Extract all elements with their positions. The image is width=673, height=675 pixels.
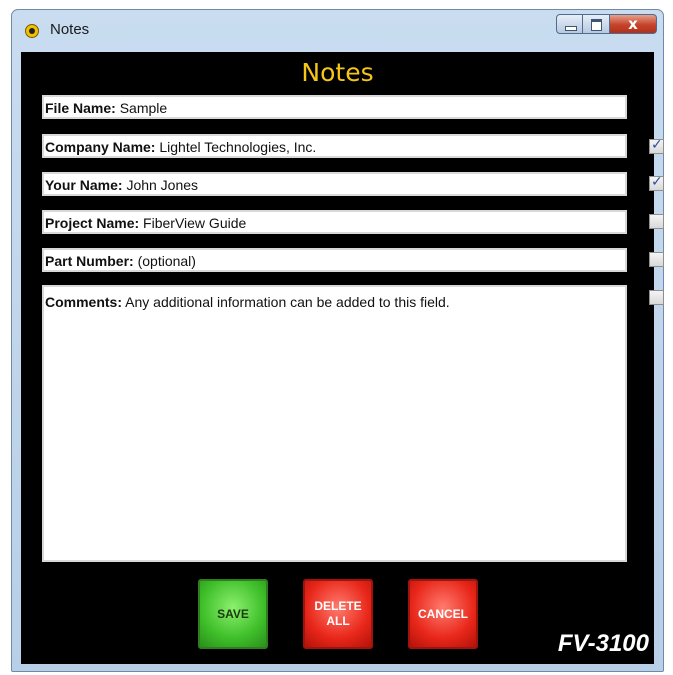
your-name-label: Your Name: — [45, 177, 123, 193]
part-number-field[interactable]: Part Number: (optional) — [42, 248, 627, 272]
comments-field[interactable]: Comments: Any additional information can… — [42, 285, 627, 562]
your-name-field[interactable]: Your Name: John Jones — [42, 172, 627, 196]
file-name-value: Sample — [119, 100, 168, 116]
window-title: Notes — [50, 21, 90, 38]
your-name-value: John Jones — [126, 177, 199, 193]
part-number-checkbox[interactable] — [649, 252, 664, 267]
project-name-value: FiberView Guide — [143, 215, 247, 231]
app-icon[interactable] — [25, 24, 39, 38]
project-name-label: Project Name: — [45, 215, 140, 231]
company-name-value: Lightel Technologies, Inc. — [159, 139, 317, 155]
model-label: FV-3100 — [557, 630, 649, 657]
minimize-icon[interactable] — [556, 14, 583, 34]
delete-all-button-label: DELETE ALL — [314, 599, 362, 628]
comments-value: Any additional information can be added … — [125, 294, 450, 310]
notes-window: Notes x Notes File Name: Sample Company … — [11, 9, 664, 672]
close-button[interactable]: x — [610, 14, 657, 34]
title-bar[interactable]: Notes x — [12, 10, 663, 48]
file-name-field[interactable]: File Name: Sample — [42, 95, 627, 119]
delete-all-button[interactable]: DELETE ALL — [303, 579, 373, 649]
window-controls: x — [556, 14, 657, 36]
project-name-checkbox[interactable] — [649, 214, 664, 229]
save-button[interactable]: SAVE — [198, 579, 268, 649]
company-name-field[interactable]: Company Name: Lightel Technologies, Inc. — [42, 134, 627, 158]
file-name-label: File Name: — [45, 100, 116, 116]
page-title: Notes — [301, 58, 374, 87]
project-name-field[interactable]: Project Name: FiberView Guide — [42, 210, 627, 234]
cancel-button[interactable]: CANCEL — [408, 579, 478, 649]
company-name-checkbox[interactable] — [649, 137, 664, 154]
cancel-button-label: CANCEL — [418, 606, 468, 621]
company-name-label: Company Name: — [45, 139, 156, 155]
maximize-icon[interactable] — [583, 14, 610, 34]
your-name-checkbox[interactable] — [649, 174, 664, 191]
save-button-label: SAVE — [217, 606, 249, 621]
close-icon: x — [628, 15, 638, 33]
comments-checkbox[interactable] — [649, 290, 664, 305]
notes-panel: Notes File Name: Sample Company Name: Li… — [21, 52, 664, 664]
part-number-label: Part Number: — [45, 253, 134, 269]
part-number-value: (optional) — [137, 253, 196, 269]
comments-label: Comments: — [45, 294, 123, 310]
